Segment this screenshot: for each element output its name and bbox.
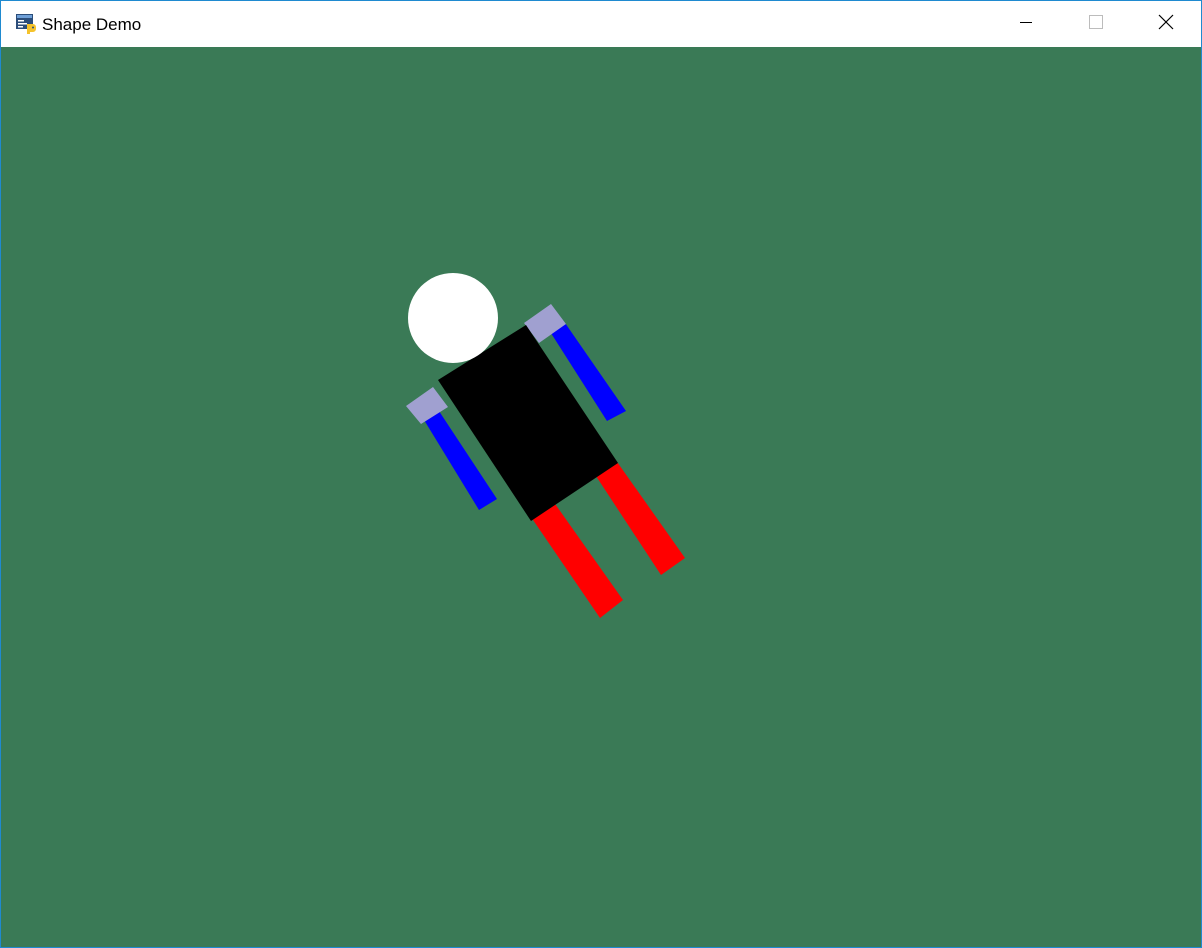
title-bar[interactable]: Shape Demo bbox=[1, 1, 1201, 47]
left-leg bbox=[531, 501, 623, 618]
window-title: Shape Demo bbox=[42, 15, 142, 34]
drawing-canvas[interactable] bbox=[1, 47, 1201, 947]
close-button[interactable] bbox=[1131, 1, 1201, 47]
python-icon bbox=[15, 13, 37, 35]
app-window: Shape Demo bbox=[0, 0, 1202, 948]
close-icon bbox=[1158, 14, 1174, 35]
maximize-icon bbox=[1089, 14, 1103, 34]
maximize-button[interactable] bbox=[1061, 1, 1131, 47]
head bbox=[408, 273, 498, 363]
stick-figure bbox=[406, 273, 685, 618]
minimize-icon bbox=[1019, 15, 1033, 34]
right-leg bbox=[594, 459, 685, 575]
scene-svg bbox=[406, 273, 685, 618]
minimize-button[interactable] bbox=[991, 1, 1061, 47]
